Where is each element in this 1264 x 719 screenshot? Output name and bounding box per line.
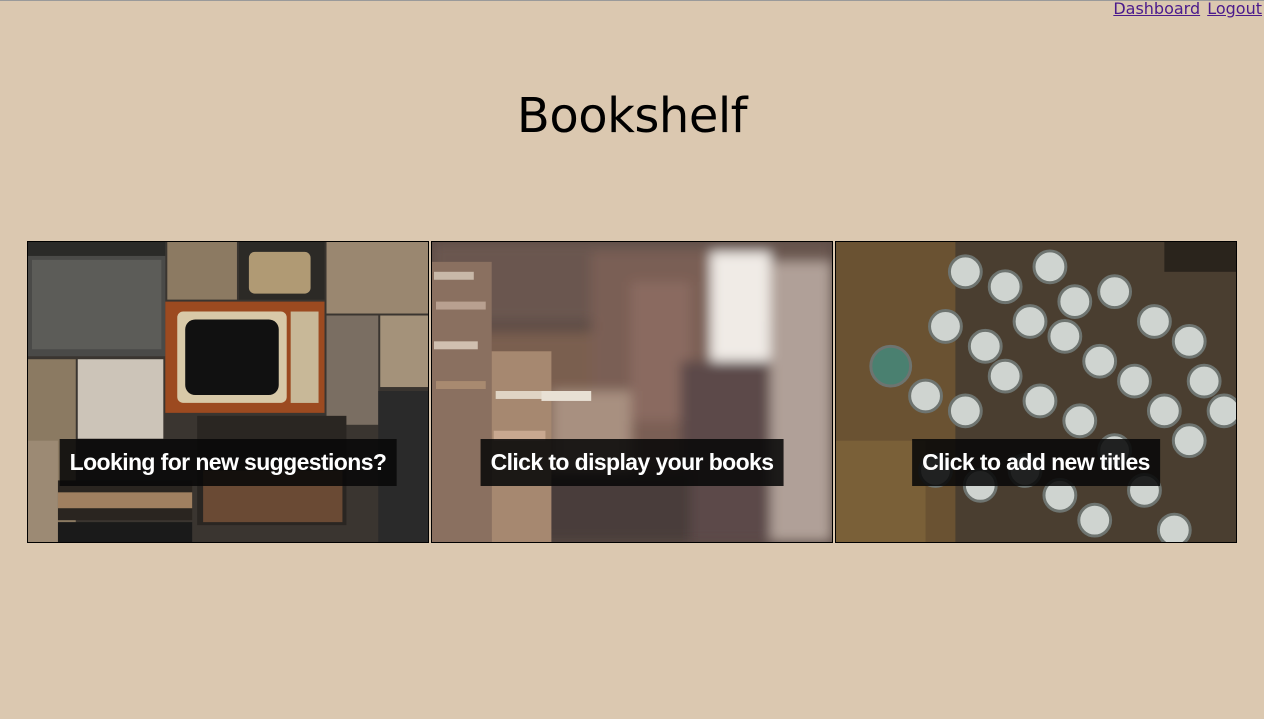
top-border [0,0,1264,1]
page-title: Bookshelf [516,88,748,144]
top-nav: Dashboard Logout [1111,0,1262,18]
suggestions-card[interactable]: Looking for new suggestions? [27,241,429,543]
logout-link[interactable]: Logout [1207,0,1262,18]
display-books-caption: Click to display your books [480,439,784,486]
display-books-card[interactable]: Click to display your books [431,241,833,543]
bookstore-image [432,242,832,542]
suggestions-caption: Looking for new suggestions? [59,439,397,486]
dashboard-link[interactable]: Dashboard [1113,0,1200,18]
add-titles-card[interactable]: Click to add new titles [835,241,1237,543]
add-titles-caption: Click to add new titles [912,439,1160,486]
typewriter-image [836,242,1236,542]
card-row: Looking for new suggestions? Click to di… [27,241,1238,544]
retro-media-image [28,242,428,542]
